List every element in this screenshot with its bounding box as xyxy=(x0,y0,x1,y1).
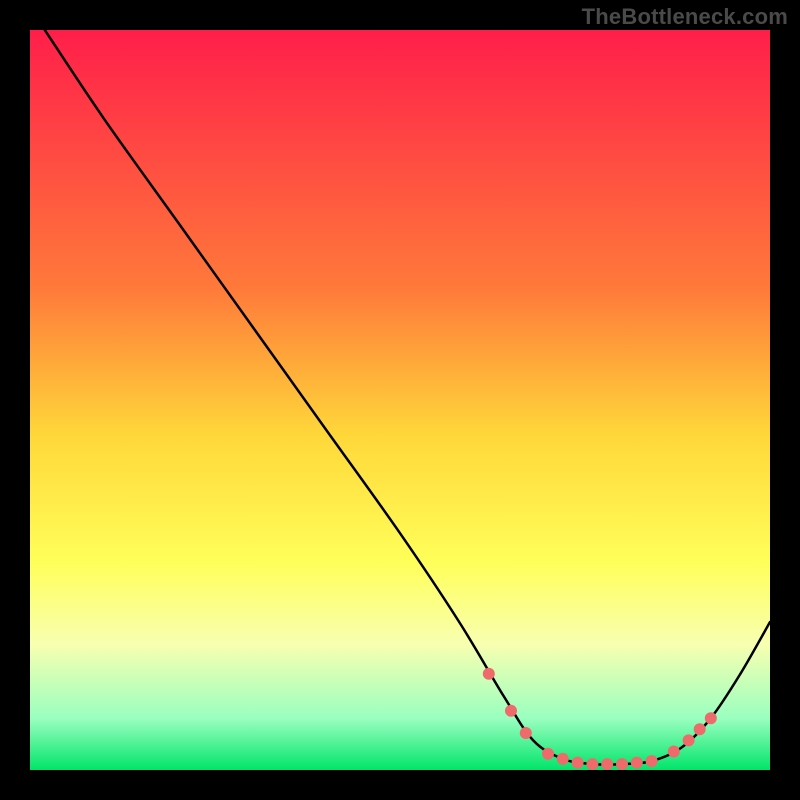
data-marker xyxy=(483,668,495,680)
data-marker xyxy=(668,746,680,758)
plot-area xyxy=(30,30,770,770)
data-marker xyxy=(505,705,517,717)
data-marker xyxy=(542,748,554,760)
data-marker xyxy=(705,712,717,724)
data-marker xyxy=(557,753,569,765)
plot-background xyxy=(30,30,770,770)
data-marker xyxy=(616,758,628,770)
data-marker xyxy=(646,755,658,767)
watermark-text: TheBottleneck.com xyxy=(582,4,788,30)
data-marker xyxy=(572,757,584,769)
data-marker xyxy=(683,734,695,746)
chart-frame: TheBottleneck.com xyxy=(0,0,800,800)
chart-svg xyxy=(30,30,770,770)
data-marker xyxy=(631,757,643,769)
data-marker xyxy=(601,758,613,770)
data-marker xyxy=(520,727,532,739)
data-marker xyxy=(694,723,706,735)
data-marker xyxy=(586,758,598,770)
